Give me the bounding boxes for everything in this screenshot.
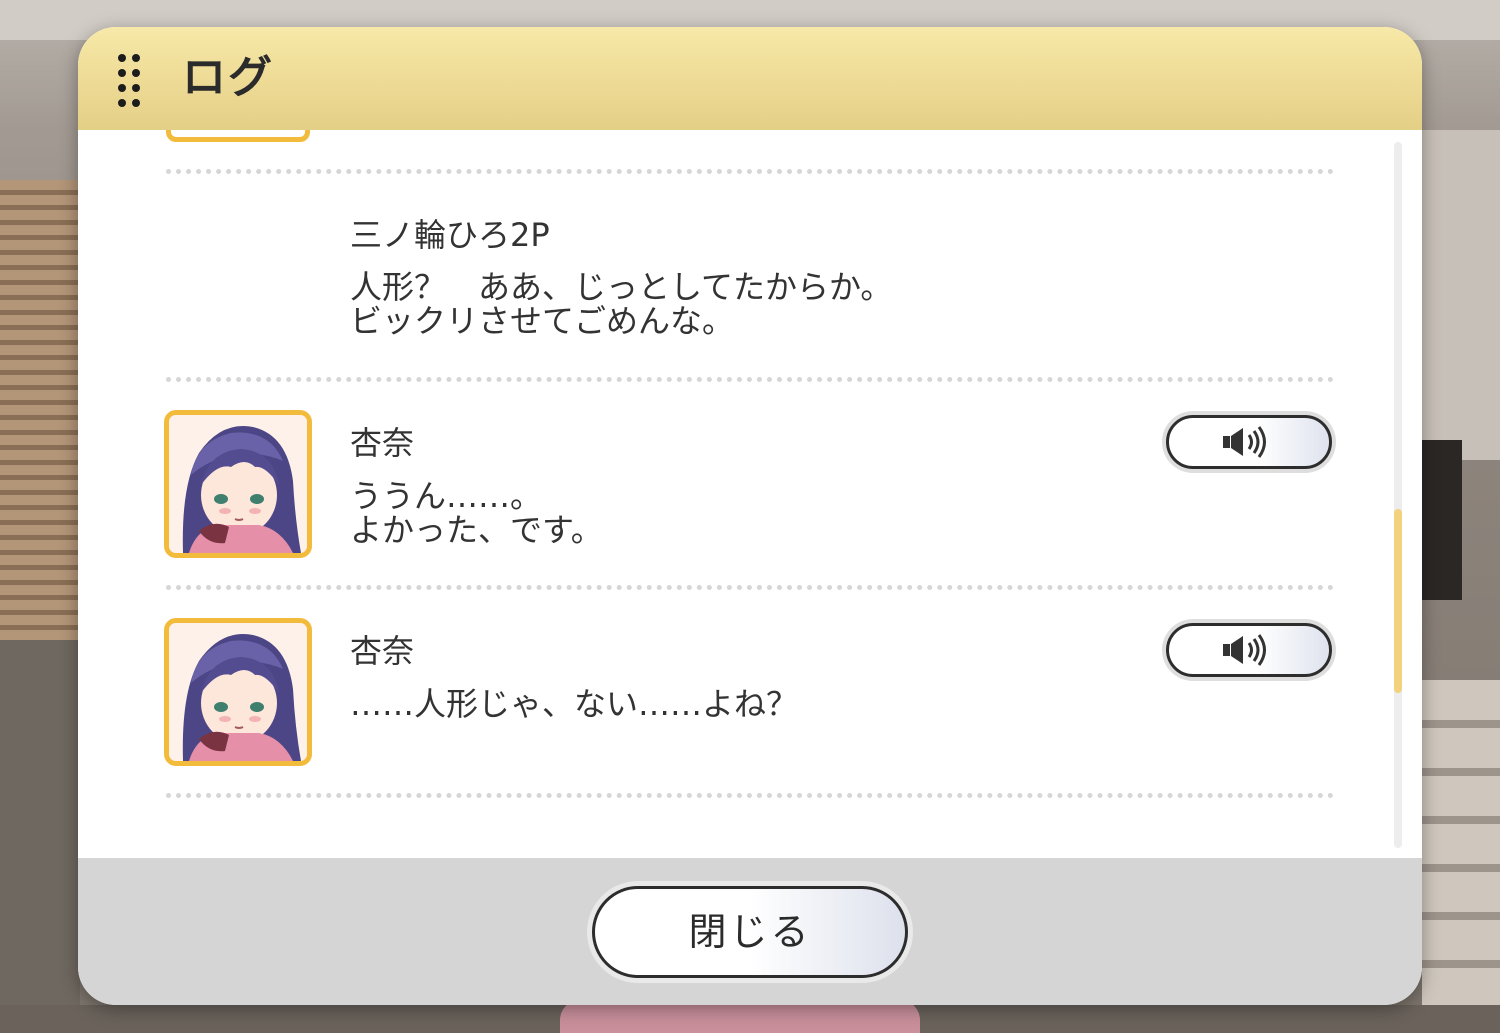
character-avatar bbox=[164, 618, 312, 766]
dialog-footer: 閉じる bbox=[78, 858, 1422, 1005]
speaker-icon bbox=[1223, 634, 1266, 666]
background-window-blinds bbox=[0, 180, 80, 650]
log-divider bbox=[166, 169, 1334, 174]
close-button[interactable]: 閉じる bbox=[592, 886, 908, 978]
background-monitor bbox=[1422, 440, 1462, 600]
scrollbar-thumb[interactable] bbox=[1394, 509, 1402, 693]
log-list[interactable]: 三ノ輪ひろ2P 人形？ ああ、じっとしてたからか。 ビックリさせてごめんな。 杏… bbox=[78, 130, 1422, 858]
speaker-name: 杏奈 bbox=[350, 632, 415, 670]
log-dialog: ログ 三ノ輪ひろ2P 人形？ ああ、じっとしてたからか。 ビックリさせてごめんな… bbox=[78, 27, 1422, 1005]
background-right-wall bbox=[1420, 130, 1500, 460]
dialogue-line: 人形？ ああ、じっとしてたからか。 bbox=[350, 268, 893, 306]
background-shelf bbox=[1422, 680, 1500, 1033]
dialogue-line: よかった、です。 bbox=[350, 511, 603, 549]
speaker-name: 三ノ輪ひろ2P bbox=[350, 216, 550, 254]
speaker-icon bbox=[1223, 426, 1266, 458]
dialog-title: ログ bbox=[182, 52, 274, 103]
background-wall-panel bbox=[0, 640, 80, 1033]
grip-dots-icon[interactable] bbox=[118, 54, 144, 108]
dialogue-line: ……人形じゃ、ない……よね？ bbox=[350, 685, 799, 723]
log-divider bbox=[166, 377, 1334, 382]
scrollbar[interactable] bbox=[1394, 142, 1402, 848]
dialogue-line: ううん……。 bbox=[350, 477, 543, 515]
character-portrait-icon bbox=[169, 623, 307, 761]
character-avatar bbox=[164, 410, 312, 558]
character-portrait-icon bbox=[169, 415, 307, 553]
voice-play-button[interactable] bbox=[1166, 415, 1332, 469]
dialogue-line: ビックリさせてごめんな。 bbox=[350, 302, 735, 340]
speaker-name: 杏奈 bbox=[350, 424, 415, 462]
log-divider bbox=[166, 585, 1334, 590]
log-divider bbox=[166, 793, 1334, 798]
partial-avatar-frame bbox=[166, 130, 310, 142]
voice-play-button[interactable] bbox=[1166, 623, 1332, 677]
dialog-header: ログ bbox=[78, 27, 1422, 130]
